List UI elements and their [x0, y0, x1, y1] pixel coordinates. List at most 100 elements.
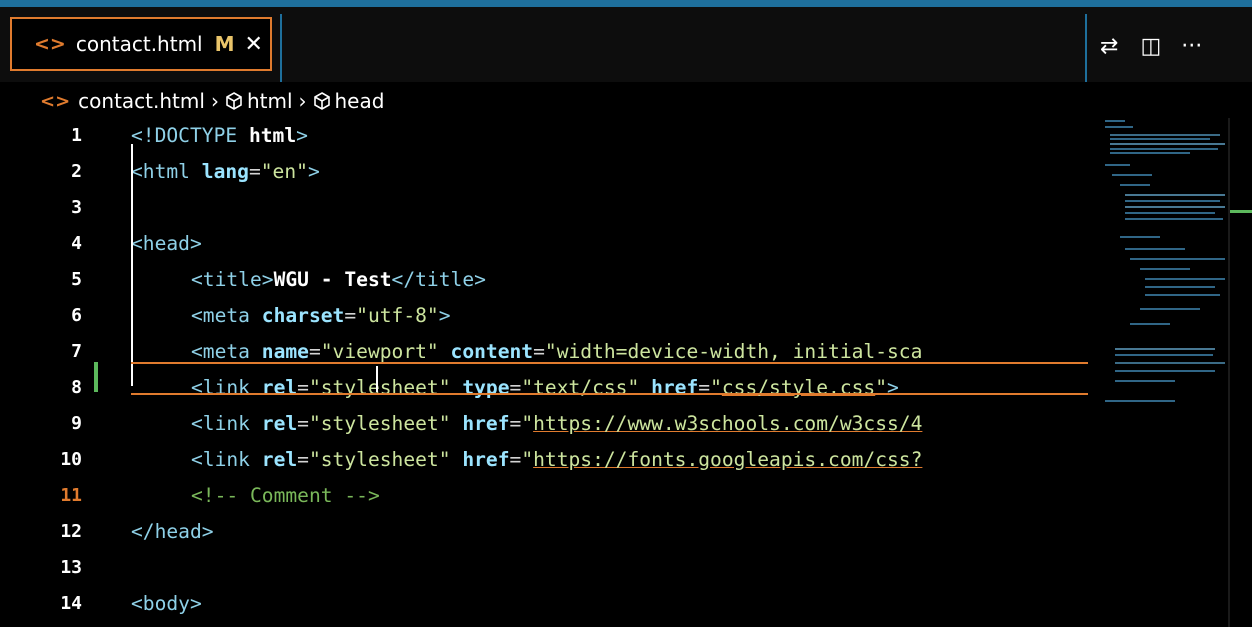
more-actions-icon[interactable]: ··· [1181, 34, 1202, 59]
minimap-line [1115, 348, 1215, 350]
minimap-line [1115, 354, 1213, 356]
tab-filename: contact.html [75, 32, 203, 56]
breadcrumb-head[interactable]: head [335, 89, 385, 113]
breadcrumb-separator: › [210, 89, 219, 113]
code-line-5: <title>WGU - Test</title> [191, 262, 486, 298]
editor-tab-contact-html[interactable]: <> contact.html M ✕ [10, 17, 272, 71]
minimap-line [1125, 218, 1223, 220]
split-editor-icon[interactable]: ◫ [1140, 34, 1161, 59]
minimap-line [1115, 362, 1225, 364]
close-tab-icon[interactable]: ✕ [245, 32, 263, 57]
minimap-line [1110, 143, 1225, 145]
line-number: 13 [60, 557, 82, 578]
minimap-line [1125, 248, 1185, 250]
minimap-line [1125, 200, 1220, 202]
token: <html [131, 160, 202, 183]
tab-bar: <> contact.html M ✕ ⇄ ◫ ··· [0, 7, 1252, 89]
text-cursor [376, 366, 378, 392]
token: href [462, 412, 510, 435]
line-number: 9 [71, 413, 82, 434]
code-line-10: <link rel="stylesheet" href="https://fon… [191, 442, 922, 478]
token: rel [261, 448, 298, 471]
token: = [509, 448, 522, 471]
minimap-line [1125, 194, 1225, 196]
line-number: 1 [71, 125, 82, 146]
minimap-line [1125, 206, 1225, 208]
line-number: 6 [71, 305, 82, 326]
git-added-indicator [94, 362, 98, 392]
minimap-line [1115, 380, 1175, 382]
token: <!DOCTYPE [131, 124, 249, 147]
token: WGU - Test [273, 268, 392, 291]
line-number: 10 [60, 449, 82, 470]
token: = [248, 160, 261, 183]
token: "stylesheet" [308, 448, 451, 471]
symbol-element-icon [226, 92, 242, 110]
minimap-line [1130, 258, 1225, 260]
minimap-line [1110, 148, 1218, 150]
minimap-line [1110, 134, 1220, 136]
breadcrumb-html[interactable]: html [247, 89, 293, 113]
scrollbar-track[interactable] [1228, 118, 1230, 627]
token: > [296, 124, 308, 147]
minimap-line [1110, 152, 1190, 154]
code-line-2: <html lang="en"> [131, 154, 320, 190]
line-number: 8 [71, 377, 82, 398]
token: rel [261, 412, 298, 435]
token: > [307, 160, 320, 183]
token: "stylesheet" [308, 412, 451, 435]
link-token[interactable]: https://www.w3schools.com/w3css/4 [533, 412, 922, 435]
tab-divider [280, 14, 282, 89]
code-line-9: <link rel="stylesheet" href="https://www… [191, 406, 922, 442]
minimap-line [1120, 236, 1160, 238]
token: <!-- Comment [191, 484, 345, 507]
token: </title> [391, 268, 486, 291]
breadcrumb-separator: › [298, 89, 307, 113]
breadcrumb-file[interactable]: contact.html [78, 89, 205, 113]
scrollbar-change-marker [1230, 210, 1252, 213]
minimap-line [1112, 174, 1152, 176]
minimap-line [1140, 308, 1200, 310]
line-number-current: 11 [60, 485, 82, 506]
minimap-line [1105, 164, 1130, 166]
minimap-line [1130, 323, 1170, 325]
link-token[interactable]: https://fonts.googleapis.com/css? [533, 448, 922, 471]
minimap[interactable] [1100, 118, 1228, 418]
code-line-14: <body> [131, 586, 202, 622]
token: href [462, 448, 510, 471]
token: = [297, 412, 309, 435]
open-changes-icon[interactable]: ⇄ [1100, 34, 1118, 59]
line-number: 4 [71, 233, 82, 254]
token: <title> [191, 268, 274, 291]
token: <meta [191, 304, 262, 327]
html-file-icon: <> [34, 33, 66, 55]
token: = [344, 304, 357, 327]
token: "width=device-width, initial-sca [544, 340, 923, 363]
code-line-4: <head> [131, 226, 202, 262]
minimap-line [1145, 278, 1225, 280]
minimap-line [1145, 294, 1220, 296]
token: lang [201, 160, 249, 183]
minimap-line [1105, 126, 1133, 128]
line-number: 2 [71, 161, 82, 182]
minimap-line [1140, 268, 1190, 270]
token: <link [191, 448, 262, 471]
minimap-line [1115, 370, 1215, 372]
modified-badge: M [214, 32, 235, 56]
token: <head> [131, 232, 202, 255]
code-line-11: <!-- Comment --> [191, 478, 380, 514]
token: charset [261, 304, 345, 327]
token: " [521, 448, 534, 471]
current-line-highlight [131, 362, 1088, 395]
line-number: 7 [71, 341, 82, 362]
token: "viewport" [320, 340, 439, 363]
token: > [438, 304, 451, 327]
line-number: 3 [71, 197, 82, 218]
line-number: 12 [60, 521, 82, 542]
token: content [450, 340, 534, 363]
minimap-line [1105, 120, 1125, 122]
token: "en" [260, 160, 308, 183]
code-line-6: <meta charset="utf-8"> [191, 298, 451, 334]
